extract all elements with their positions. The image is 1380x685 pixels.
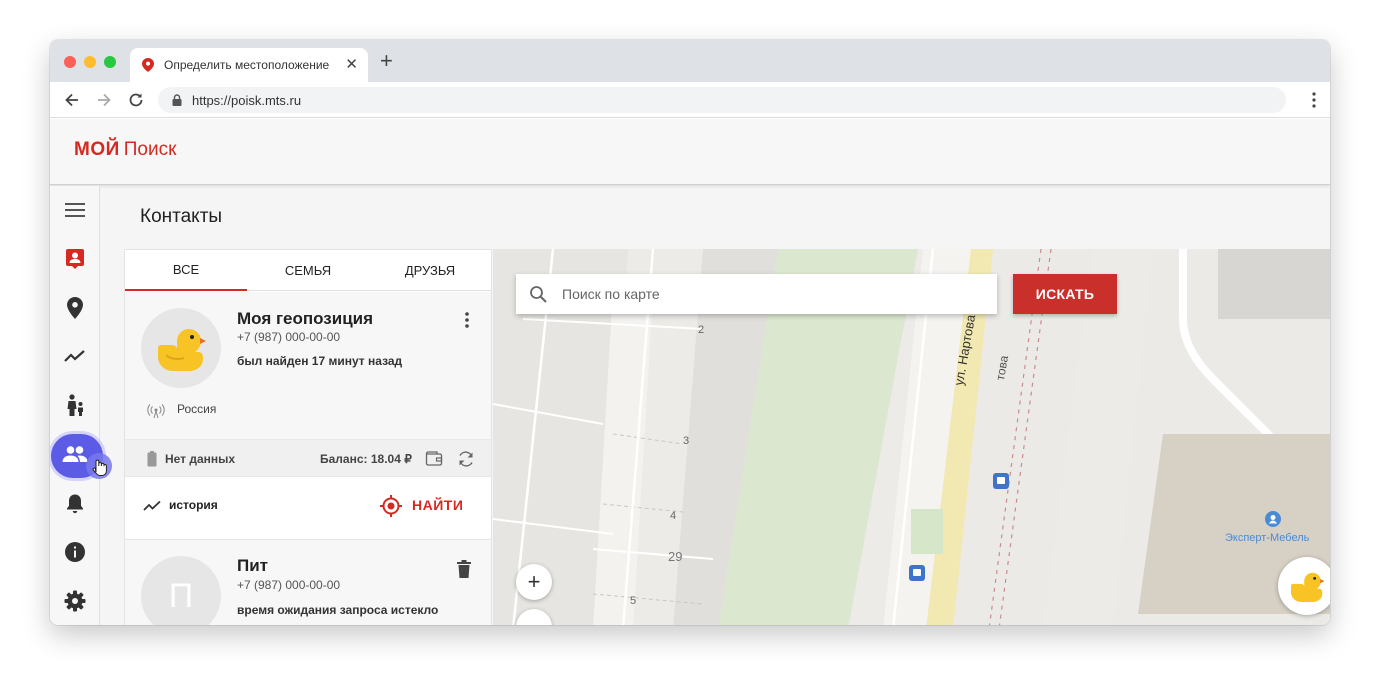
battery-icon: [147, 451, 157, 467]
more-options-icon[interactable]: [465, 312, 469, 328]
find-button[interactable]: НАЙТИ: [412, 497, 463, 513]
poi-label: Эксперт-Мебель: [1225, 532, 1310, 544]
sidebar-item-notifications[interactable]: [50, 483, 100, 523]
zoom-in-button[interactable]: +: [516, 564, 552, 600]
bell-icon: [67, 494, 83, 513]
app-logo[interactable]: МОЙ Поиск: [74, 139, 176, 161]
duck-avatar-icon: [158, 329, 206, 371]
battery-status: Нет данных: [165, 452, 236, 466]
map-view[interactable]: 2 3 4 5 29 ул. Нартова това Эксперт-Мебе…: [493, 249, 1330, 625]
user-location-marker[interactable]: [1278, 557, 1330, 615]
contact-phone: +7 (987) 000-00-00: [237, 578, 341, 592]
building-number-label: 29: [668, 549, 683, 564]
sidebar-item-history[interactable]: [50, 336, 100, 376]
family-icon: [67, 394, 83, 416]
address-bar[interactable]: https://poisk.mts.ru: [158, 87, 1286, 113]
sidebar-menu-button[interactable]: [50, 190, 100, 230]
house-number-label: 4: [670, 510, 677, 522]
house-number-label: 5: [630, 595, 637, 607]
browser-tabbar: Определить местоположение ✕ +: [50, 40, 1330, 82]
tab-all[interactable]: ВСЕ: [125, 250, 247, 291]
trash-icon[interactable]: [457, 560, 471, 578]
map-search-input[interactable]: [562, 274, 982, 314]
wallet-icon[interactable]: [425, 450, 443, 466]
people-icon: [62, 446, 88, 462]
page-title: Контакты: [140, 206, 223, 227]
page-content: МОЙ Поиск Контакты ВСЕ СЕМЬЯ ДРУЗЬЯ Моя …: [50, 119, 1330, 625]
duck-marker-icon: [1291, 572, 1325, 602]
map-search-box: [516, 274, 997, 314]
gear-icon: [64, 590, 86, 612]
url-text: https://poisk.mts.ru: [192, 93, 302, 108]
forward-arrow-icon[interactable]: [94, 90, 114, 110]
signal-tower-icon: [147, 404, 165, 418]
sidebar-item-settings[interactable]: [50, 581, 100, 621]
browser-toolbar: https://poisk.mts.ru: [50, 82, 1330, 118]
sidebar-item-contacts[interactable]: [50, 239, 100, 279]
refresh-icon[interactable]: [457, 450, 475, 468]
back-arrow-icon[interactable]: [62, 90, 82, 110]
contact-card-my-location[interactable]: Моя геопозиция +7 (987) 000-00-00 был на…: [125, 292, 491, 539]
house-number-label: 2: [698, 324, 705, 336]
avatar: П: [141, 556, 221, 625]
history-link[interactable]: история: [169, 498, 218, 512]
sidebar-item-family[interactable]: [50, 385, 100, 425]
hand-cursor-icon: [86, 453, 112, 479]
browser-menu-icon[interactable]: [1312, 91, 1316, 109]
contact-region: Россия: [177, 402, 217, 416]
tab-title: Определить местоположение: [164, 58, 330, 72]
contact-phone: +7 (987) 000-00-00: [237, 330, 341, 344]
contacts-tabs: ВСЕ СЕМЬЯ ДРУЗЬЯ: [125, 250, 491, 291]
search-icon: [530, 286, 547, 303]
menu-icon: [65, 203, 85, 217]
trending-icon: [64, 350, 85, 362]
app-header: МОЙ Поиск: [50, 119, 1330, 185]
maximize-window-button[interactable]: [104, 56, 116, 68]
search-button[interactable]: ИСКАТЬ: [1013, 274, 1117, 314]
logo-bold-text: МОЙ: [74, 139, 120, 160]
sidebar-item-location[interactable]: [50, 288, 100, 328]
close-window-button[interactable]: [64, 56, 76, 68]
contact-card-pit[interactable]: П Пит +7 (987) 000-00-00 время ожидания …: [125, 539, 491, 625]
balance-text: Баланс: 18.04 ₽: [320, 452, 412, 466]
avatar: [141, 308, 221, 388]
lock-icon: [172, 94, 182, 106]
house-number-label: 3: [683, 435, 690, 447]
contact-card-icon: [66, 249, 84, 269]
browser-window: Определить местоположение ✕ + https://po…: [50, 40, 1330, 625]
contact-actions-row: история НАЙТИ: [125, 477, 491, 539]
tab-close-icon[interactable]: ✕: [345, 55, 358, 73]
history-trend-icon[interactable]: [143, 500, 161, 512]
reload-icon[interactable]: [126, 90, 146, 110]
location-pin-icon: [67, 297, 83, 319]
browser-tab[interactable]: Определить местоположение ✕: [130, 48, 368, 82]
info-icon: [65, 542, 85, 562]
sidebar: [50, 186, 112, 625]
contacts-panel: ВСЕ СЕМЬЯ ДРУЗЬЯ Моя геопозиция +7 (987)…: [124, 249, 492, 625]
contact-name: Моя геопозиция: [237, 309, 374, 328]
location-favicon-icon: [142, 58, 154, 72]
contact-status: время ожидания запроса истекло: [237, 603, 439, 617]
logo-rest-text: Поиск: [123, 139, 177, 160]
bus-stop-icon[interactable]: [909, 565, 925, 581]
contact-info-row: Нет данных Баланс: 18.04 ₽: [125, 439, 491, 477]
sidebar-item-info[interactable]: [50, 532, 100, 572]
tab-friends[interactable]: ДРУЗЬЯ: [369, 250, 491, 291]
poi-pin-icon[interactable]: [1265, 511, 1281, 527]
contact-name: Пит: [237, 556, 268, 575]
contact-status: был найден 17 минут назад: [237, 354, 403, 368]
tab-family[interactable]: СЕМЬЯ: [247, 250, 369, 291]
minimize-window-button[interactable]: [84, 56, 96, 68]
new-tab-button[interactable]: +: [380, 50, 393, 72]
bus-stop-icon[interactable]: [993, 473, 1009, 489]
locate-target-icon[interactable]: [379, 494, 403, 518]
avatar-initial: П: [168, 576, 194, 615]
